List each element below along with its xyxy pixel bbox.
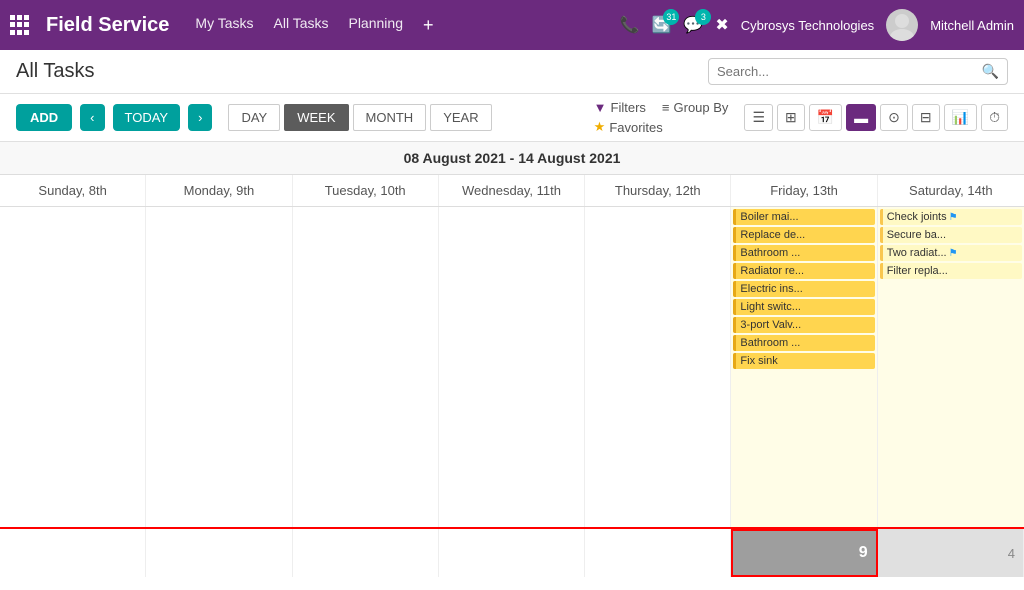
activity-icon[interactable]: 🔄 31 bbox=[651, 15, 671, 35]
day-col-friday[interactable]: Boiler mai... Replace de... Bathroom ...… bbox=[731, 207, 877, 527]
filters-label: Filters bbox=[611, 100, 646, 115]
calendar-footer: 9 4 bbox=[0, 527, 1024, 577]
search-bar: 🔍 bbox=[708, 58, 1008, 85]
prev-button[interactable]: ‹ bbox=[80, 104, 104, 131]
group-by-button[interactable]: ≡ Group By bbox=[662, 100, 729, 115]
company-name: Cybrosys Technologies bbox=[741, 18, 874, 33]
favorites-label: Favorites bbox=[609, 120, 662, 135]
app-title: Field Service bbox=[46, 14, 169, 37]
menu-planning[interactable]: Planning bbox=[348, 15, 403, 36]
topnav: Field Service My Tasks All Tasks Plannin… bbox=[0, 0, 1024, 50]
topnav-icons: 📞 🔄 31 💬 3 ✖ Cybrosys Technologies Mitch… bbox=[620, 9, 1014, 41]
days-header: Sunday, 8th Monday, 9th Tuesday, 10th We… bbox=[0, 175, 1024, 207]
user-avatar[interactable] bbox=[886, 9, 918, 41]
menu-my-tasks[interactable]: My Tasks bbox=[195, 15, 253, 36]
task-0[interactable]: Boiler mai... bbox=[733, 209, 874, 225]
task-6[interactable]: 3-port Valv... bbox=[733, 317, 874, 333]
calendar: 08 August 2021 - 14 August 2021 Sunday, … bbox=[0, 142, 1024, 590]
task-7[interactable]: Bathroom ... bbox=[733, 335, 874, 351]
toolbar-right: ▼ Filters ≡ Group By ★ Favorites ☰ bbox=[594, 100, 1008, 135]
map-view-button[interactable]: ⊙ bbox=[880, 104, 908, 131]
sat-task-3[interactable]: Filter repla... bbox=[880, 263, 1022, 279]
toolbar: ADD ‹ TODAY › DAY WEEK MONTH YEAR ▼ Filt… bbox=[0, 94, 1024, 142]
grid-view-button[interactable]: ⊟ bbox=[912, 104, 940, 131]
footer-wednesday bbox=[439, 529, 585, 577]
footer-thursday bbox=[585, 529, 731, 577]
task-5[interactable]: Light switc... bbox=[733, 299, 874, 315]
footer-tuesday bbox=[293, 529, 439, 577]
gantt-view-button[interactable]: ▬ bbox=[846, 104, 876, 131]
task-2[interactable]: Bathroom ... bbox=[733, 245, 874, 261]
chat-badge: 3 bbox=[695, 9, 711, 25]
next-button[interactable]: › bbox=[188, 104, 212, 131]
add-menu-button[interactable]: + bbox=[423, 15, 434, 36]
groupby-icon: ≡ bbox=[662, 100, 670, 115]
day-col-saturday[interactable]: Check joints Secure ba... Two radiat... … bbox=[878, 207, 1024, 527]
activity-view-button[interactable]: ⏱ bbox=[981, 104, 1008, 131]
footer-monday bbox=[146, 529, 292, 577]
day-header-3: Wednesday, 11th bbox=[439, 175, 585, 206]
task-4[interactable]: Electric ins... bbox=[733, 281, 874, 297]
task-3[interactable]: Radiator re... bbox=[733, 263, 874, 279]
today-button[interactable]: TODAY bbox=[113, 104, 181, 131]
chat-icon[interactable]: 💬 3 bbox=[683, 15, 703, 35]
sat-task-1[interactable]: Secure ba... bbox=[880, 227, 1022, 243]
user-name: Mitchell Admin bbox=[930, 18, 1014, 33]
menu-all-tasks[interactable]: All Tasks bbox=[274, 15, 329, 36]
day-header-0: Sunday, 8th bbox=[0, 175, 146, 206]
day-col-tuesday[interactable] bbox=[293, 207, 439, 527]
search-icon: 🔍 bbox=[982, 63, 999, 80]
search-input[interactable] bbox=[717, 64, 982, 79]
page-title: All Tasks bbox=[16, 60, 95, 83]
task-1[interactable]: Replace de... bbox=[733, 227, 874, 243]
phone-icon[interactable]: 📞 bbox=[620, 15, 640, 35]
top-menu: My Tasks All Tasks Planning + bbox=[195, 15, 603, 36]
main-content: All Tasks 🔍 ADD ‹ TODAY › DAY WEEK MONTH… bbox=[0, 50, 1024, 590]
footer-friday[interactable]: 9 bbox=[731, 529, 877, 577]
day-header-2: Tuesday, 10th bbox=[293, 175, 439, 206]
sat-task-0[interactable]: Check joints bbox=[880, 209, 1022, 225]
calendar-view-button[interactable]: 📅 bbox=[809, 104, 842, 131]
star-icon: ★ bbox=[594, 119, 606, 135]
day-header-5: Friday, 13th bbox=[731, 175, 877, 206]
view-icons: ☰ ⊞ 📅 ▬ ⊙ ⊟ 📊 ⏱ bbox=[744, 104, 1008, 131]
add-button[interactable]: ADD bbox=[16, 104, 72, 131]
kanban-view-button[interactable]: ⊞ bbox=[777, 104, 805, 131]
day-col-sunday[interactable] bbox=[0, 207, 146, 527]
filter-icon: ▼ bbox=[594, 100, 607, 115]
activity-badge: 31 bbox=[663, 9, 679, 25]
day-header-1: Monday, 9th bbox=[146, 175, 292, 206]
subheader: All Tasks 🔍 bbox=[0, 50, 1024, 94]
task-8[interactable]: Fix sink bbox=[733, 353, 874, 369]
footer-saturday[interactable]: 4 bbox=[878, 529, 1024, 577]
view-tabs: DAY WEEK MONTH YEAR bbox=[228, 104, 491, 131]
tab-day[interactable]: DAY bbox=[228, 104, 280, 131]
tools-icon[interactable]: ✖ bbox=[715, 15, 728, 35]
list-view-button[interactable]: ☰ bbox=[744, 104, 773, 131]
day-header-6: Saturday, 14th bbox=[878, 175, 1024, 206]
week-header: 08 August 2021 - 14 August 2021 bbox=[0, 142, 1024, 175]
tab-year[interactable]: YEAR bbox=[430, 104, 491, 131]
tab-week[interactable]: WEEK bbox=[284, 104, 348, 131]
favorites-button[interactable]: ★ Favorites bbox=[594, 119, 729, 135]
day-col-wednesday[interactable] bbox=[439, 207, 585, 527]
day-col-thursday[interactable] bbox=[585, 207, 731, 527]
tab-month[interactable]: MONTH bbox=[353, 104, 427, 131]
footer-sunday bbox=[0, 529, 146, 577]
group-by-label: Group By bbox=[674, 100, 729, 115]
filters-button[interactable]: ▼ Filters bbox=[594, 100, 646, 115]
grid-menu-icon[interactable] bbox=[10, 15, 30, 35]
calendar-grid: Boiler mai... Replace de... Bathroom ...… bbox=[0, 207, 1024, 527]
day-header-4: Thursday, 12th bbox=[585, 175, 731, 206]
chart-view-button[interactable]: 📊 bbox=[944, 104, 977, 131]
day-col-monday[interactable] bbox=[146, 207, 292, 527]
sat-task-2[interactable]: Two radiat... bbox=[880, 245, 1022, 261]
